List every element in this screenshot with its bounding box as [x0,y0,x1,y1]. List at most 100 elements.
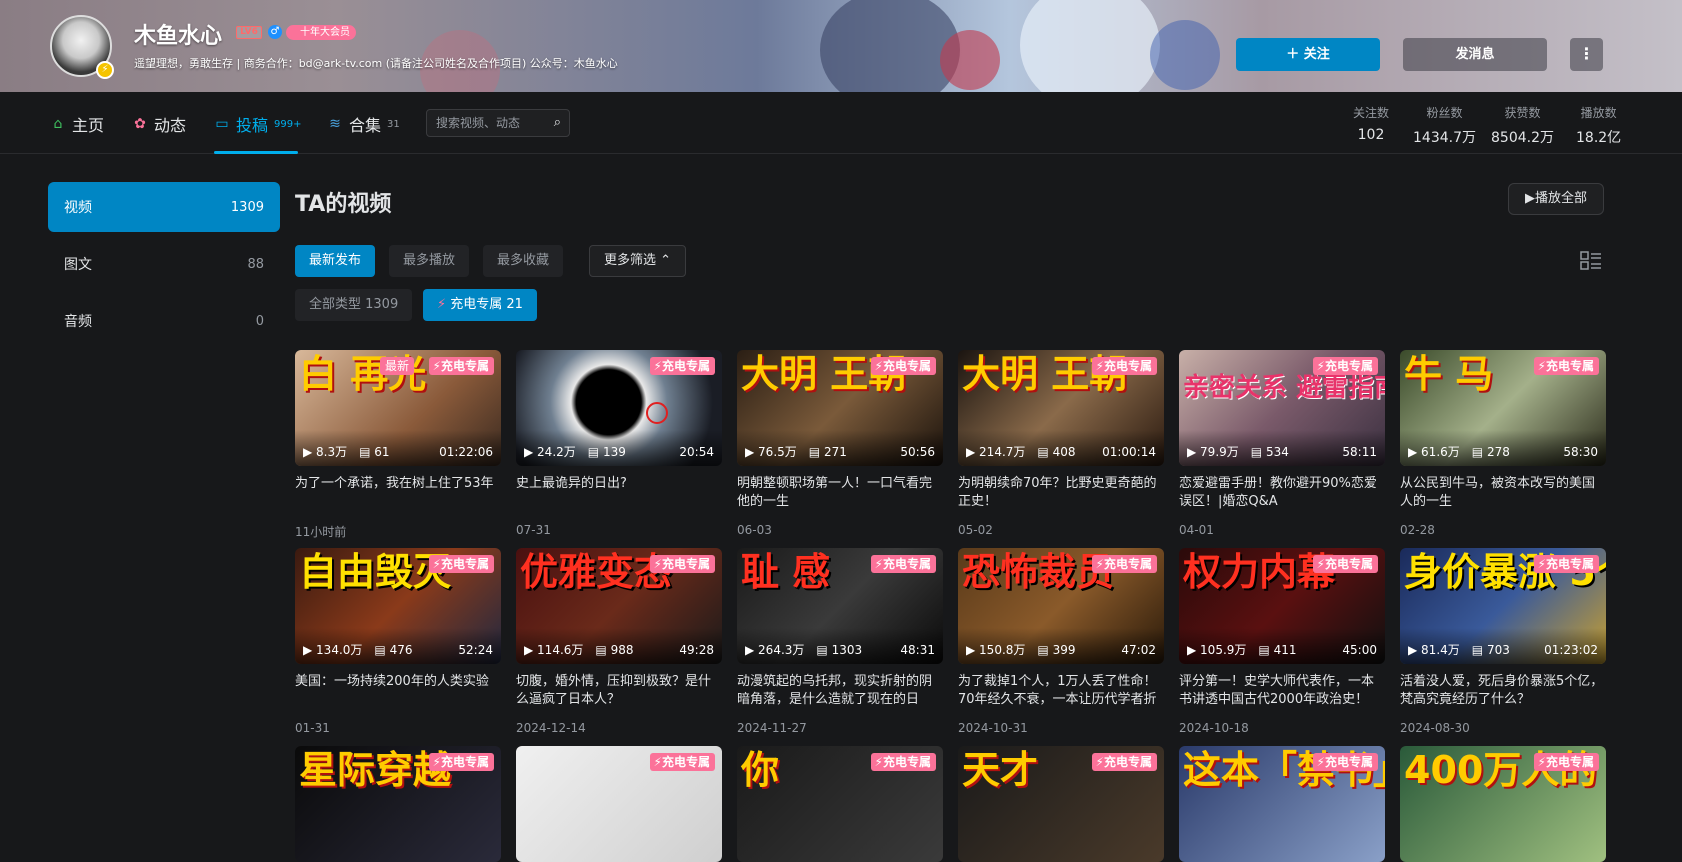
video-thumbnail[interactable]: 优雅变态 ⚡充电专属 ▶ 114.6万 ▤ 988 49:28 [516,548,722,664]
video-duration: 45:00 [1342,642,1377,657]
search-input[interactable]: 搜索视频、动态 ⌕ [426,109,570,137]
video-card[interactable]: 大明 王朝 ⚡充电专属 ▶ 214.7万 ▤ 408 01:00:14 为明朝续命70年？… [958,350,1164,537]
video-thumbnail[interactable]: 天才 ⚡充电专属 [958,746,1164,862]
vip-badge[interactable]: 十年大会员 [286,25,356,40]
play-count: ▶ 264.3万 [745,643,805,657]
play-count: ▶ 61.6万 [1408,445,1460,459]
tab-dynamic[interactable]: ✿ 动态 [132,112,186,136]
comment-icon: ▤ [1471,642,1487,657]
video-thumbnail[interactable]: 亲密关系 避雷指南 ⚡充电专属 ▶ 79.9万 ▤ 534 58:11 [1179,350,1385,466]
comment-count: ▤ 988 [595,642,634,657]
play-icon: ▶ [1524,191,1535,206]
sort-most-played[interactable]: 最多播放 [389,245,470,277]
play-count: ▶ 134.0万 [303,643,363,657]
video-stats: ▶ 134.0万 ▤ 476 52:24 [303,641,493,658]
sidebar-item-video[interactable]: 视频 1309 [48,182,280,232]
video-card[interactable]: 白 再光 ⚡充电专属 最新 ▶ 8.3万 ▤ 61 01:22:06 为了一个承诺，我在树上… [295,350,501,540]
tab-uploads[interactable]: ▭ 投稿 999+ [214,112,301,136]
video-card[interactable]: 大明 王朝 ⚡充电专属 ▶ 76.5万 ▤ 271 50:56 明朝整顿职场第一人！一口气… [737,350,943,537]
video-thumbnail[interactable]: 白 再光 ⚡充电专属 最新 ▶ 8.3万 ▤ 61 01:22:06 [295,350,501,466]
video-card[interactable]: 天才 ⚡充电专属 [958,746,1164,862]
video-thumbnail[interactable]: 大明 王朝 ⚡充电专属 ▶ 214.7万 ▤ 408 01:00:14 [958,350,1164,466]
sort-latest[interactable]: 最新发布 [295,245,376,277]
video-title[interactable]: 动漫筑起的乌托邦，现实折射的阴暗角落，是什么造就了现在的日本？ [737,673,943,709]
video-thumbnail[interactable]: 400万人的 ⚡充电专属 [1400,746,1606,862]
video-title[interactable]: 活着没人爱，死后身价暴涨5个亿，梵高究竟经历了什么？ [1400,673,1606,709]
lightning-icon: ⚡ [1095,755,1104,769]
video-title[interactable]: 明朝整顿职场第一人！一口气看完他的一生 [737,475,943,511]
video-card[interactable]: ⚡充电专属 ▶ 24.2万 ▤ 139 20:54 史上最诡异的日出? 07-31 [516,350,722,537]
video-card[interactable]: ⚡充电专属 [516,746,722,862]
video-thumbnail[interactable]: 你 ⚡充电专属 [737,746,943,862]
video-thumbnail[interactable]: 这本「禁书」⚡充电专属 [1179,746,1385,862]
section-title: TA的视频 [295,192,392,217]
video-thumbnail[interactable]: 星际穿越 ⚡充电专属 [295,746,501,862]
sidebar-item-audio[interactable]: 音频 0 [48,296,280,346]
list-view-icon[interactable] [1580,251,1602,271]
video-title[interactable]: 从公民到牛马，被资本改写的美国人的一生 [1400,475,1606,511]
charge-exclusive-badge: ⚡充电专属 [649,753,715,771]
video-duration: 52:24 [458,642,493,657]
video-card[interactable]: 牛 马 ⚡充电专属 ▶ 61.6万 ▤ 278 58:30 从公民到牛马，被资本改写的美国… [1400,350,1606,537]
video-thumbnail[interactable]: 身价暴涨 5个亿⚡充电专属▶ 81.4万▤ 70301:23:02 [1400,548,1606,664]
tab-collections[interactable]: ≋ 合集 31 [327,112,400,136]
video-thumbnail[interactable]: 耻 感 ⚡充电专属 ▶ 264.3万 ▤ 1303 48:31 [737,548,943,664]
lightning-icon: ⚡ [874,359,883,373]
sort-most-favorited[interactable]: 最多收藏 [483,245,564,277]
stat-following[interactable]: 关注数 102 [1353,104,1389,143]
video-thumbnail[interactable]: 自由毁灭 ⚡充电专属 ▶ 134.0万 ▤ 476 52:24 [295,548,501,664]
video-thumbnail[interactable]: 大明 王朝 ⚡充电专属 ▶ 76.5万 ▤ 271 50:56 [737,350,943,466]
type-filter-charge[interactable]: ⚡ 充电专属 21 [423,289,537,321]
video-card[interactable]: 权力内幕 ⚡充电专属 ▶ 105.9万 ▤ 411 45:00 评分第一！史学大师代表作，… [1179,548,1385,735]
video-title[interactable]: 恋爱避雷手册！教你避开90%恋爱误区！|婚恋Q&A [1179,475,1385,511]
play-count: ▶ 8.3万 [303,445,348,459]
video-card[interactable]: 这本「禁书」⚡充电专属 [1179,746,1385,862]
video-thumbnail[interactable]: 权力内幕 ⚡充电专属 ▶ 105.9万 ▤ 411 45:00 [1179,548,1385,664]
video-card[interactable]: 自由毁灭 ⚡充电专属 ▶ 134.0万 ▤ 476 52:24 美国：一场持续200年的人… [295,548,501,735]
video-duration: 50:56 [900,444,935,459]
dynamic-icon: ✿ [134,116,146,132]
follow-button[interactable]: ＋ 关注 [1236,38,1380,71]
search-icon[interactable]: ⌕ [554,110,561,136]
video-card[interactable]: 身价暴涨 5个亿⚡充电专属▶ 81.4万▤ 70301:23:02 活着没人爱，死… [1400,548,1606,735]
video-card[interactable]: 恐怖裁员 ⚡充电专属 ▶ 150.8万 ▤ 399 47:02 为了裁掉1个人，1万人丢了… [958,548,1164,735]
video-date: 04-01 [1179,523,1214,537]
video-thumbnail[interactable]: 恐怖裁员 ⚡充电专属 ▶ 150.8万 ▤ 399 47:02 [958,548,1164,664]
more-filter-button[interactable]: 更多筛选 ⌃ [589,245,687,277]
play-all-button[interactable]: ▶播放全部 [1508,183,1604,215]
video-thumbnail[interactable]: 牛 马 ⚡充电专属 ▶ 61.6万 ▤ 278 58:30 [1400,350,1606,466]
active-tab-indicator [214,151,298,154]
charge-exclusive-badge: ⚡充电专属 [1312,357,1378,375]
video-title[interactable]: 评分第一！史学大师代表作，一本书讲透中国古代2000年政治史！ [1179,673,1385,709]
type-filter-all[interactable]: 全部类型 1309 [295,289,413,321]
video-stats: ▶ 8.3万 ▤ 61 01:22:06 [303,443,493,460]
video-title[interactable]: 为了一个承诺，我在树上住了53年 [295,475,501,511]
video-title[interactable]: 为明朝续命70年？比野史更奇葩的正史！ [958,475,1164,511]
video-card[interactable]: 亲密关系 避雷指南 ⚡充电专属 ▶ 79.9万 ▤ 534 58:11 恋爱避雷手册！教你… [1179,350,1385,537]
lightning-icon: ⚡ [1537,359,1546,373]
video-title[interactable]: 美国：一场持续200年的人类实验 [295,673,501,709]
lightning-icon: ⚡ [874,755,883,769]
more-options-icon[interactable]: ⋮ [1570,38,1603,71]
video-card[interactable]: 优雅变态 ⚡充电专属 ▶ 114.6万 ▤ 988 49:28 切腹，婚外情，压抑到极致？… [516,548,722,735]
video-card[interactable]: 星际穿越 ⚡充电专属 [295,746,501,862]
play-count-icon: ▶ [1187,643,1201,657]
video-title[interactable]: 史上最诡异的日出? [516,475,722,511]
video-card[interactable]: 400万人的 ⚡充电专属 [1400,746,1606,862]
sidebar-item-article[interactable]: 图文 88 [48,239,280,289]
stat-followers[interactable]: 粉丝数 1434.7万 [1413,104,1476,147]
tab-home[interactable]: ⌂ 主页 [50,112,104,136]
send-message-button[interactable]: 发消息 [1403,38,1547,71]
video-title[interactable]: 为了裁掉1个人，1万人丢了性命！70年经久不衰，一本让历代学者折服的书 [958,673,1164,709]
new-badge: 最新 [379,357,414,375]
video-title[interactable]: 切腹，婚外情，压抑到极致？是什么逼疯了日本人？ [516,673,722,709]
video-card[interactable]: 你 ⚡充电专属 [737,746,943,862]
video-card[interactable]: 耻 感 ⚡充电专属 ▶ 264.3万 ▤ 1303 48:31 动漫筑起的乌托邦，现实折射… [737,548,943,735]
video-date: 01-31 [295,721,330,735]
comment-icon: ▤ [587,444,603,459]
video-thumbnail[interactable]: ⚡充电专属 ▶ 24.2万 ▤ 139 20:54 [516,350,722,466]
level-badge: LV6 [236,26,262,39]
charge-exclusive-badge: ⚡充电专属 [870,357,936,375]
video-thumbnail[interactable]: ⚡充电专属 [516,746,722,862]
video-date: 07-31 [516,523,551,537]
